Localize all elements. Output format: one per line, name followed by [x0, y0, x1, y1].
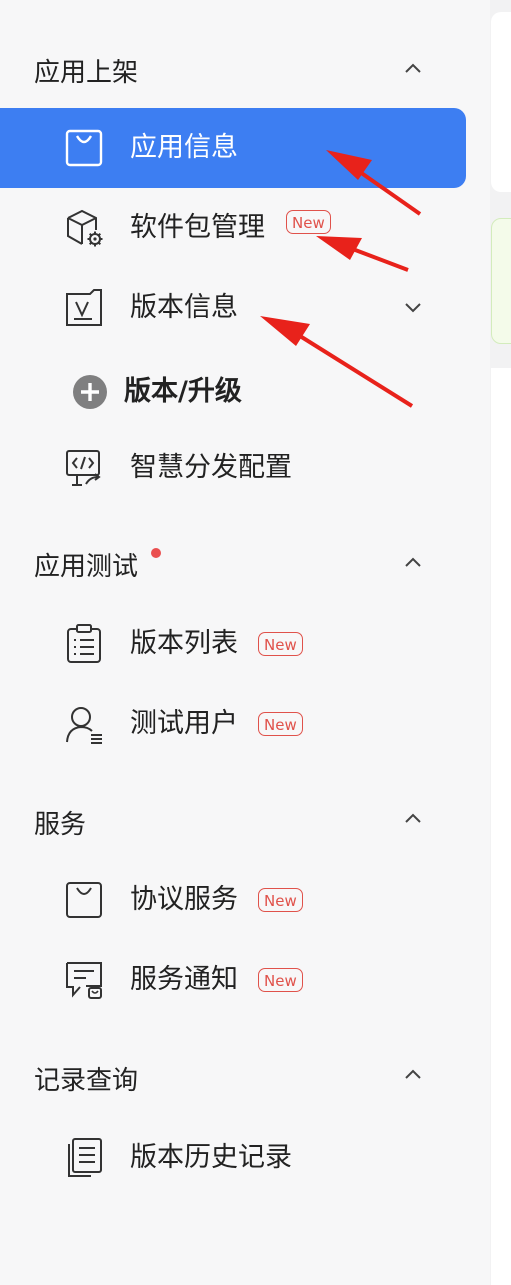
content-alert: [491, 218, 511, 344]
sidebar-item-version-history[interactable]: 版本历史记录: [0, 1118, 466, 1198]
message-bag-icon: [64, 960, 104, 1000]
section-header-testing[interactable]: 应用测试: [34, 546, 138, 583]
clipboard-list-icon: [64, 624, 104, 664]
new-badge: New: [258, 888, 303, 912]
new-badge: New: [286, 210, 331, 234]
sidebar-item-smart-distribution[interactable]: 智慧分发配置: [0, 428, 466, 508]
chevron-up-icon[interactable]: [402, 1064, 424, 1086]
sidebar-item-version-list[interactable]: 版本列表 New: [0, 604, 466, 684]
sidebar-item-label: 测试用户: [130, 708, 238, 739]
sidebar-item-version-info[interactable]: 版本信息: [0, 268, 466, 348]
sidebar-item-label: 版本信息: [130, 292, 238, 323]
sidebar-item-label: 版本列表: [130, 628, 238, 659]
chevron-up-icon[interactable]: [402, 552, 424, 574]
chevron-down-icon[interactable]: [402, 296, 424, 318]
sidebar-item-label: 软件包管理: [130, 212, 265, 243]
user-list-icon: [64, 704, 104, 744]
sidebar-nav: 应用上架 应用信息 软件包管理 New 版本信息 版本/升级 智慧分发配置 应用…: [0, 0, 490, 1285]
new-badge: New: [258, 968, 303, 992]
section-header-services[interactable]: 服务: [34, 804, 86, 841]
version-upgrade-label: 版本/升级: [124, 376, 242, 407]
section-header-records[interactable]: 记录查询: [34, 1060, 138, 1097]
content-card: [491, 12, 511, 192]
package-gear-icon: [64, 208, 104, 248]
sidebar-item-test-users[interactable]: 测试用户 New: [0, 684, 466, 764]
shopping-bag-icon: [64, 880, 104, 920]
content-panel: [491, 368, 511, 1285]
version-document-icon: [64, 288, 104, 328]
sidebar-item-label: 智慧分发配置: [130, 452, 292, 483]
sidebar-item-package-management[interactable]: 软件包管理 New: [0, 188, 466, 268]
section-header-publish[interactable]: 应用上架: [34, 52, 138, 89]
chevron-up-icon[interactable]: [402, 58, 424, 80]
notification-dot: [151, 548, 161, 558]
code-share-icon: [64, 448, 104, 488]
shopping-bag-icon: [64, 128, 104, 168]
sidebar-item-app-info[interactable]: 应用信息: [0, 108, 466, 188]
sidebar-item-label: 协议服务: [130, 884, 238, 915]
new-badge: New: [258, 712, 303, 736]
chevron-up-icon[interactable]: [402, 808, 424, 830]
plus-circle-icon: [72, 374, 108, 410]
sidebar-item-label: 服务通知: [130, 964, 238, 995]
sidebar-item-agreement-service[interactable]: 协议服务 New: [0, 860, 466, 940]
sidebar-item-label: 应用信息: [130, 132, 238, 163]
new-badge: New: [258, 632, 303, 656]
sidebar-item-service-notice[interactable]: 服务通知 New: [0, 940, 466, 1020]
sidebar-item-label: 版本历史记录: [130, 1142, 292, 1173]
documents-icon: [64, 1138, 104, 1178]
